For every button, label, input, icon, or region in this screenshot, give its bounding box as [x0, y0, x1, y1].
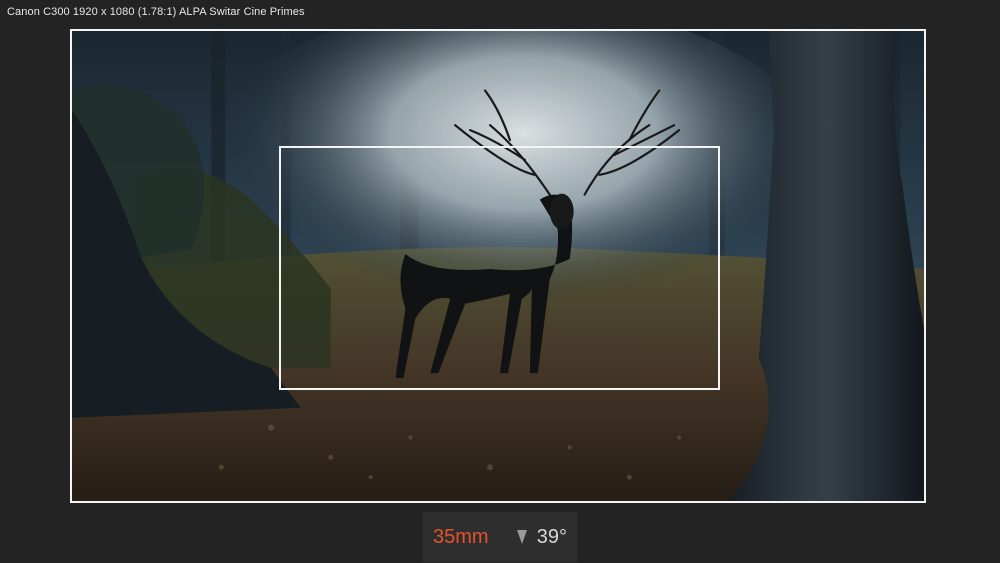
angle-of-view-value: 39° — [536, 525, 567, 548]
camera-format-label: Canon C300 1920 x 1080 (1.78:1) ALPA Swi… — [7, 6, 305, 18]
viewfinder-screen: Canon C300 1920 x 1080 (1.78:1) ALPA Swi… — [0, 0, 1000, 563]
field-of-view-wedge-icon — [516, 530, 527, 544]
focal-length-value[interactable]: 35mm — [433, 526, 489, 549]
angle-of-view-group: 39° — [516, 525, 567, 549]
lens-selector-panel[interactable]: 35mm 39° — [422, 511, 578, 563]
inner-frame-lines — [279, 146, 720, 390]
